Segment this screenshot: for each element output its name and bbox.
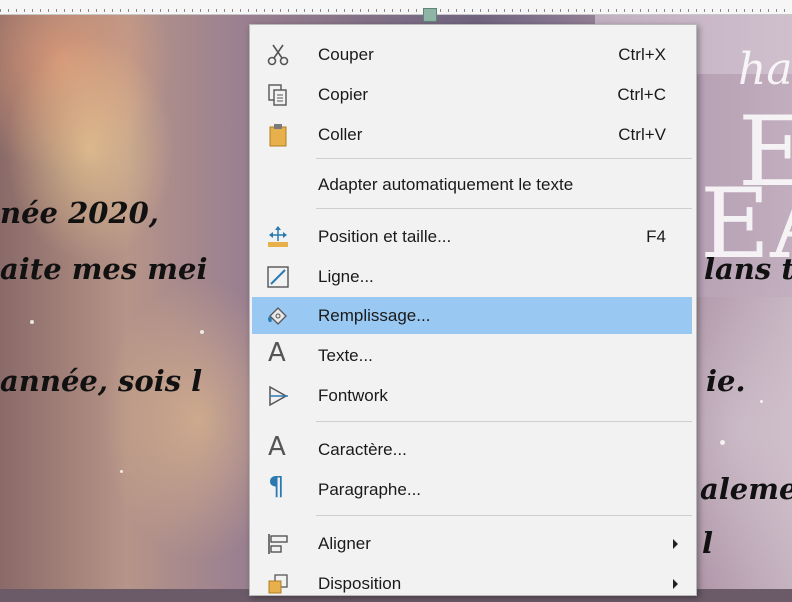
- menu-separator: [316, 515, 692, 516]
- menu-item-couper[interactable]: Couper Ctrl+X: [252, 36, 692, 73]
- menu-item-label: Aligner: [318, 534, 371, 553]
- copy-icon: [266, 83, 290, 107]
- menu-item-shortcut: Ctrl+V: [618, 125, 666, 144]
- doc-text-line: année, sois l: [0, 364, 203, 398]
- menu-item-caractere[interactable]: A Caractère...: [252, 431, 692, 468]
- character-icon: A: [268, 432, 286, 462]
- line-icon: [266, 265, 290, 289]
- menu-item-remplissage[interactable]: Remplissage...: [252, 297, 692, 334]
- align-icon: [266, 532, 290, 556]
- fill-bucket-icon: [266, 304, 290, 328]
- horizontal-ruler[interactable]: [0, 0, 792, 22]
- ruler-ticks: [0, 9, 792, 12]
- menu-item-position-taille[interactable]: Position et taille... F4: [252, 218, 692, 255]
- sparkle: [200, 330, 204, 334]
- sparkle: [720, 440, 725, 445]
- submenu-arrow-icon: [673, 539, 678, 549]
- menu-item-label: Copier: [318, 85, 369, 104]
- context-menu: Couper Ctrl+X Copier Ctrl+C Coller Ctrl+…: [249, 24, 697, 596]
- scissors-icon: [266, 43, 290, 67]
- menu-item-fontwork[interactable]: Fontwork: [252, 377, 692, 414]
- menu-item-label: Couper: [318, 45, 374, 64]
- fontwork-icon: [266, 384, 290, 408]
- text-icon: A: [268, 338, 286, 368]
- menu-item-label: Fontwork: [318, 386, 388, 405]
- position-size-icon: [266, 225, 290, 249]
- menu-item-label: Disposition: [318, 574, 402, 593]
- sparkle: [30, 320, 34, 324]
- doc-text-line: aite mes mei: [0, 252, 208, 286]
- menu-item-adapter-texte[interactable]: Adapter automatiquement le texte: [252, 166, 692, 203]
- menu-item-shortcut: Ctrl+X: [618, 45, 666, 64]
- bg-letters-script: ha: [738, 44, 792, 95]
- menu-item-ligne[interactable]: Ligne...: [252, 258, 692, 295]
- ruler-indent-handle[interactable]: [423, 8, 437, 22]
- menu-item-disposition[interactable]: Disposition: [252, 565, 692, 602]
- menu-item-paragraphe[interactable]: ¶ Paragraphe...: [252, 471, 692, 508]
- menu-item-shortcut: Ctrl+C: [617, 85, 666, 104]
- menu-item-copier[interactable]: Copier Ctrl+C: [252, 76, 692, 113]
- doc-text-line: lans t: [704, 252, 792, 286]
- doc-text-line: aleme: [700, 472, 792, 506]
- menu-item-label: Position et taille...: [318, 227, 452, 246]
- submenu-arrow-icon: [673, 579, 678, 589]
- paste-icon: [266, 123, 290, 147]
- sparkle: [760, 400, 763, 403]
- menu-item-label: Adapter automatiquement le texte: [318, 175, 574, 194]
- menu-item-label: Remplissage...: [318, 306, 431, 325]
- arrange-icon: [266, 572, 290, 596]
- menu-item-aligner[interactable]: Aligner: [252, 525, 692, 562]
- menu-item-texte[interactable]: A Texte...: [252, 337, 692, 374]
- menu-separator: [316, 421, 692, 422]
- menu-item-label: Texte...: [318, 346, 373, 365]
- menu-item-shortcut: F4: [646, 227, 666, 246]
- paragraph-icon: ¶: [268, 472, 285, 502]
- menu-item-label: Coller: [318, 125, 363, 144]
- sparkle: [120, 470, 123, 473]
- doc-text-line: née 2020,: [0, 196, 159, 230]
- menu-item-label: Paragraphe...: [318, 480, 422, 499]
- menu-item-label: Ligne...: [318, 267, 374, 286]
- menu-separator: [316, 208, 692, 209]
- doc-text-line: ie.: [706, 364, 746, 398]
- menu-item-label: Caractère...: [318, 440, 407, 459]
- doc-text-line: l: [702, 526, 714, 560]
- menu-separator: [316, 158, 692, 159]
- menu-item-coller[interactable]: Coller Ctrl+V: [252, 116, 692, 153]
